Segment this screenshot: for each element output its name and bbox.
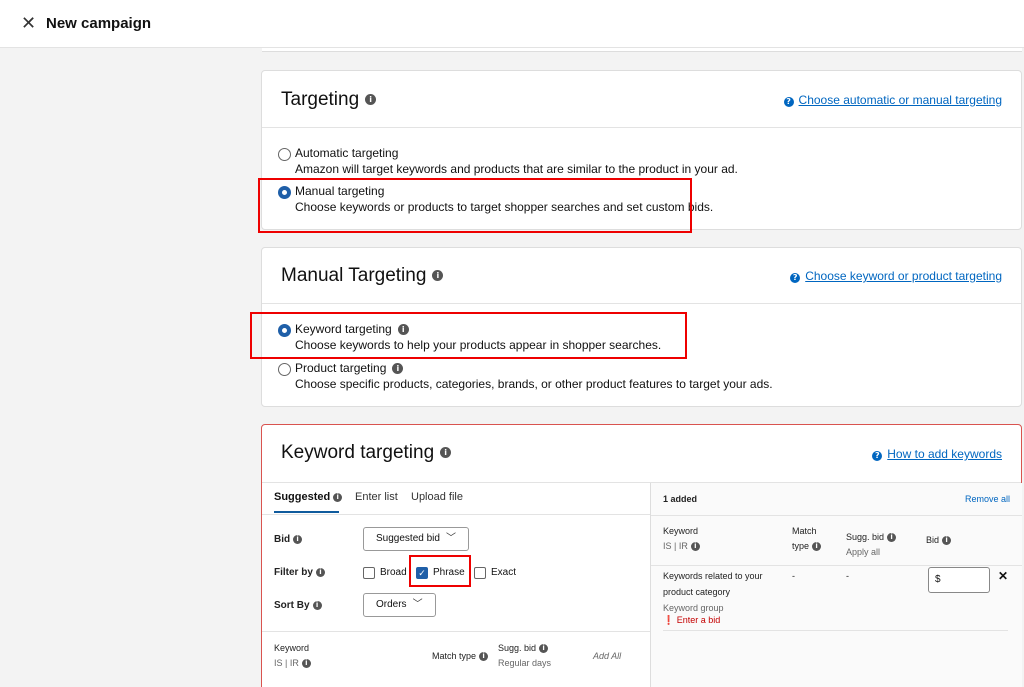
option-label: Automatic targeting — [295, 146, 399, 160]
col-match-sub: type i — [792, 541, 822, 552]
col-sugg-bid: Sugg. bid i — [498, 643, 549, 654]
info-icon: i — [942, 536, 952, 546]
active-tab-indicator — [274, 511, 339, 513]
exact-checkbox[interactable] — [474, 567, 486, 579]
broad-checkbox[interactable] — [363, 567, 375, 579]
info-icon: i — [479, 652, 489, 662]
info-icon: i — [333, 492, 343, 502]
info-icon[interactable]: i — [440, 447, 452, 459]
divider — [262, 303, 1021, 304]
keyword-targeting-card: Keyword targeting i ? How to add keywords … — [261, 424, 1022, 687]
bid-label: Bid i — [274, 534, 303, 545]
highlight-box — [409, 555, 471, 587]
col-match-type: Match type i — [432, 651, 489, 662]
tab-upload-file[interactable]: Upload file — [411, 491, 463, 503]
sort-select[interactable]: Orders ﹀ — [363, 593, 436, 617]
keyword-text-line2: product category — [663, 587, 731, 597]
divider — [262, 514, 650, 515]
divider — [262, 631, 650, 632]
bid-error: ❗ Enter a bid — [663, 615, 721, 625]
col-sugg-bid: Sugg. bid i — [846, 532, 897, 543]
sugg-bid-value: - — [846, 571, 849, 581]
info-icon: i — [293, 534, 303, 544]
option-description: Choose specific products, categories, br… — [295, 377, 773, 391]
bid-input[interactable]: $ — [928, 567, 990, 593]
added-count: 1 added — [663, 494, 698, 504]
close-icon[interactable]: ✕ — [21, 13, 36, 33]
divider — [651, 565, 1022, 566]
previous-section-edge — [262, 48, 1022, 52]
filter-label: Filter by i — [274, 567, 325, 578]
option-label: Product targeting i — [295, 361, 404, 375]
sort-label: Sort By i — [274, 600, 322, 611]
col-match: Match — [792, 526, 817, 536]
keyword-text-line1: Keywords related to your — [663, 571, 763, 581]
highlight-box — [258, 178, 692, 233]
keyword-help-link[interactable]: ? How to add keywords — [872, 447, 1002, 461]
col-keyword: Keyword — [274, 643, 310, 653]
info-icon: i — [812, 542, 822, 552]
info-icon: i — [690, 542, 700, 552]
divider — [663, 630, 1008, 631]
info-icon: i — [312, 600, 322, 610]
remove-all-button[interactable]: Remove all — [965, 494, 1010, 504]
manual-targeting-help-link[interactable]: ? Choose keyword or product targeting — [790, 269, 1002, 283]
info-icon[interactable]: i — [432, 270, 444, 282]
help-icon: ? — [872, 451, 883, 461]
info-icon: i — [301, 659, 311, 669]
chevron-down-icon: ﹀ — [445, 533, 456, 544]
help-icon: ? — [790, 273, 801, 283]
col-keyword-sub: IS | IR i — [274, 658, 311, 669]
added-keywords-pane: 1 added Remove all Keyword IS | IR i Matc… — [651, 483, 1022, 687]
remove-keyword-icon[interactable]: ✕ — [998, 569, 1008, 583]
keyword-group-label: Keyword group — [663, 603, 724, 613]
product-targeting-radio[interactable] — [278, 363, 291, 376]
help-icon: ? — [783, 97, 794, 107]
keyword-targeting-title: Keyword targeting i — [281, 442, 452, 464]
col-keyword: Keyword — [663, 526, 699, 536]
targeting-help-link[interactable]: ? Choose automatic or manual targeting — [783, 93, 1002, 107]
tab-suggested[interactable]: Suggested i — [274, 491, 343, 503]
col-sugg-bid-sub: Regular days — [498, 658, 552, 668]
targeting-title: Targeting i — [281, 89, 377, 111]
info-icon: i — [539, 644, 549, 654]
divider — [651, 515, 1022, 516]
automatic-targeting-radio[interactable] — [278, 148, 291, 161]
chevron-down-icon: ﹀ — [412, 599, 423, 610]
info-icon[interactable]: i — [392, 363, 404, 375]
info-icon: i — [887, 533, 897, 543]
exact-label: Exact — [491, 567, 517, 578]
manual-targeting-title: Manual Targeting i — [281, 265, 444, 287]
apply-all-button[interactable]: Apply all — [846, 547, 880, 557]
col-keyword-sub: IS | IR i — [663, 541, 700, 552]
option-description: Amazon will target keywords and products… — [295, 162, 738, 176]
bid-select[interactable]: Suggested bid ﹀ — [363, 527, 469, 551]
highlight-box — [250, 312, 687, 359]
divider — [262, 127, 1021, 128]
tab-enter-list[interactable]: Enter list — [355, 491, 398, 503]
info-icon: i — [315, 567, 325, 577]
top-bar: ✕ New campaign — [0, 0, 1024, 48]
page-title: New campaign — [46, 15, 152, 32]
match-value: - — [792, 571, 795, 581]
broad-label: Broad — [380, 567, 407, 578]
info-icon[interactable]: i — [365, 94, 377, 106]
add-all-button[interactable]: Add All — [593, 651, 621, 661]
col-bid: Bid i — [926, 535, 952, 546]
